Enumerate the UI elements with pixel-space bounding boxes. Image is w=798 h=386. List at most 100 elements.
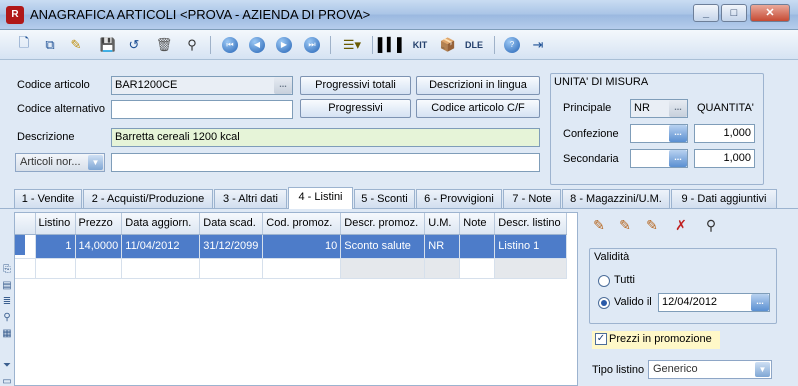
- maximize-button[interactable]: □: [721, 4, 747, 22]
- pencil-add-icon[interactable]: ✎: [590, 216, 608, 234]
- kit-icon[interactable]: KIT: [410, 35, 430, 55]
- new-icon[interactable]: 🗋: [14, 35, 34, 55]
- empty-cell[interactable]: [340, 258, 426, 279]
- pencil-insert-icon[interactable]: ✎: [616, 216, 634, 234]
- col-descr-listino[interactable]: Descr. listino: [494, 213, 568, 235]
- col-listino[interactable]: Listino: [35, 213, 76, 235]
- tab-altri-dati[interactable]: 3 - Altri dati: [214, 189, 287, 209]
- copy-icon[interactable]: ⧉: [40, 35, 60, 55]
- empty-cell[interactable]: [424, 258, 461, 279]
- save-icon[interactable]: 💾: [98, 35, 118, 55]
- col-data-scad[interactable]: Data scad.: [199, 213, 264, 235]
- zoom-icon[interactable]: ⚲: [1, 312, 13, 324]
- confezione-lookup-button[interactable]: ...: [669, 125, 687, 142]
- last-record-icon[interactable]: ⏭: [302, 35, 322, 55]
- confezione-qty-field[interactable]: 1,000: [694, 124, 755, 143]
- cell-descr-promoz[interactable]: Sconto salute: [340, 234, 426, 259]
- binoculars-icon[interactable]: ⚲: [702, 216, 720, 234]
- empty-cell[interactable]: [494, 258, 568, 279]
- tab-vendite[interactable]: 1 - Vendite: [14, 189, 82, 209]
- col-note[interactable]: Note: [459, 213, 496, 235]
- empty-cell[interactable]: [121, 258, 201, 279]
- tab-dati-aggiuntivi[interactable]: 9 - Dati aggiuntivi: [671, 189, 777, 209]
- row-selector[interactable]: [15, 234, 36, 259]
- codice-articolo-lookup-button[interactable]: ...: [274, 77, 292, 94]
- empty-cell[interactable]: [262, 258, 342, 279]
- descrizione-field[interactable]: Barretta cereali 1200 kcal: [111, 128, 540, 147]
- prezzi-promo-checkbox[interactable]: ✓: [595, 333, 607, 345]
- cell-data-aggiorn[interactable]: 11/04/2012: [121, 234, 201, 259]
- notes-icon[interactable]: ▤: [1, 280, 13, 292]
- tipo-listino-select[interactable]: Generico ▼: [648, 360, 772, 379]
- valido-il-radio[interactable]: [598, 297, 610, 309]
- empty-cell[interactable]: [75, 258, 123, 279]
- tab-magazzini-um[interactable]: 8 - Magazzini/U.M.: [562, 189, 670, 209]
- col-descr-promoz[interactable]: Descr. promoz.: [340, 213, 426, 235]
- cell-note[interactable]: [459, 234, 496, 259]
- cell-cod-promoz[interactable]: 10: [262, 234, 342, 259]
- undo-icon[interactable]: ↺: [124, 35, 144, 55]
- table-row[interactable]: 1 14,0000 11/04/2012 31/12/2099 10 Scont…: [15, 234, 568, 259]
- table-row-empty[interactable]: [15, 258, 568, 279]
- progressivi-totali-button[interactable]: Progressivi totali: [300, 76, 411, 95]
- col-um[interactable]: U.M.: [424, 213, 461, 235]
- chevron-down-icon[interactable]: ▼: [88, 155, 103, 170]
- pencil-delete-icon[interactable]: ✗: [672, 216, 690, 234]
- empty-cell[interactable]: [459, 258, 496, 279]
- descrizioni-lingua-button[interactable]: Descrizioni in lingua: [416, 76, 540, 95]
- box-icon[interactable]: 📦: [438, 35, 458, 55]
- close-button[interactable]: ✕: [750, 4, 790, 22]
- toolbar-separator: [372, 36, 373, 54]
- chevron-down-icon[interactable]: ▼: [755, 362, 770, 377]
- quantita-label: QUANTITA': [697, 102, 754, 114]
- confezione-label: Confezione: [563, 128, 619, 140]
- dle-icon[interactable]: DLE: [464, 35, 484, 55]
- cell-data-scad[interactable]: 31/12/2099: [199, 234, 264, 259]
- principale-lookup-button[interactable]: ...: [669, 100, 687, 117]
- pencil-edit-icon[interactable]: ✎: [643, 216, 661, 234]
- col-data-aggiorn[interactable]: Data aggiorn.: [121, 213, 201, 235]
- secondaria-lookup-button[interactable]: ...: [669, 150, 687, 167]
- barcode-icon[interactable]: ▌▍▌: [378, 35, 406, 55]
- cell-um[interactable]: NR: [424, 234, 461, 259]
- tipo-listino-value: Generico: [653, 363, 698, 375]
- col-cod-promoz[interactable]: Cod. promoz.: [262, 213, 342, 235]
- paste-icon[interactable]: ⎘: [1, 264, 13, 276]
- cell-descr-listino[interactable]: Listino 1: [494, 234, 568, 259]
- next-record-icon[interactable]: ▶: [274, 35, 294, 55]
- edit-icon[interactable]: ✎: [66, 35, 86, 55]
- filter-clear-icon[interactable]: ▭: [1, 376, 13, 386]
- cell-prezzo[interactable]: 14,0000: [75, 234, 123, 259]
- first-record-icon[interactable]: ⏮: [220, 35, 240, 55]
- help-icon[interactable]: ?: [502, 35, 522, 55]
- codice-articolo-cf-button[interactable]: Codice articolo C/F: [416, 99, 540, 118]
- articoli-type-combo[interactable]: Articoli nor... ▼: [15, 153, 105, 172]
- col-prezzo[interactable]: Prezzo: [75, 213, 123, 235]
- tab-provvigioni[interactable]: 6 - Provvigioni: [416, 189, 502, 209]
- progressivi-button[interactable]: Progressivi: [300, 99, 411, 118]
- tab-strip: 1 - Vendite 2 - Acquisti/Produzione 3 - …: [0, 187, 798, 209]
- tutti-radio[interactable]: [598, 275, 610, 287]
- tab-sconti[interactable]: 5 - Sconti: [354, 189, 415, 209]
- row-selector[interactable]: [15, 258, 36, 279]
- codice-articolo-field[interactable]: BAR1200CE: [111, 76, 293, 95]
- exit-icon[interactable]: ⇥: [528, 35, 548, 55]
- filter-icon[interactable]: ⏷: [1, 360, 13, 372]
- list-dropdown-icon[interactable]: ☰▾: [338, 35, 366, 55]
- tab-note[interactable]: 7 - Note: [503, 189, 561, 209]
- prev-record-icon[interactable]: ◀: [247, 35, 267, 55]
- codice-alternativo-field[interactable]: [111, 100, 293, 119]
- empty-cell[interactable]: [199, 258, 264, 279]
- cell-listino[interactable]: 1: [35, 234, 76, 259]
- list-icon[interactable]: ≣: [1, 296, 13, 308]
- find-icon[interactable]: ⚲: [182, 35, 202, 55]
- tab-listini[interactable]: 4 - Listini: [288, 187, 353, 209]
- grid-icon[interactable]: ▦: [1, 328, 13, 340]
- empty-cell[interactable]: [35, 258, 76, 279]
- secondaria-qty-field[interactable]: 1,000: [694, 149, 755, 168]
- valido-il-lookup-button[interactable]: ...: [751, 294, 769, 311]
- minimize-button[interactable]: _: [693, 4, 719, 22]
- delete-icon[interactable]: 🗑: [154, 35, 174, 55]
- tab-acquisti-produzione[interactable]: 2 - Acquisti/Produzione: [83, 189, 213, 209]
- articoli-extra-field[interactable]: [111, 153, 540, 172]
